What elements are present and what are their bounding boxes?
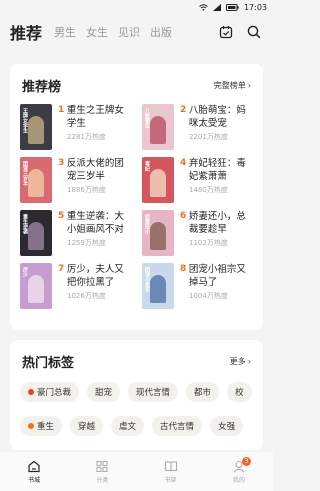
calendar-icon[interactable]: [217, 23, 235, 41]
ranking-item[interactable]: 王牌女学生 1 重生之王牌女学生 2281万热度: [20, 104, 135, 156]
ranking-item[interactable]: 重生逆袭 5 重生逆袭：大小姐画风不对 1259万热度: [20, 210, 135, 262]
ranking-item[interactable]: 厉少 7 厉少，夫人又把你拉黑了 1026万热度: [20, 263, 135, 315]
book-title: 团宠小祖宗又掉马了: [188, 264, 246, 288]
book-heat: 2281万热度: [67, 133, 106, 141]
book-title: 重生逆袭：大小姐画风不对: [66, 211, 124, 235]
wifi-icon: [199, 3, 208, 11]
book-title: 弃妃轻狂：毒妃紫萧萧: [188, 158, 246, 182]
book-cover-figure: [150, 169, 166, 197]
category-icon: [96, 460, 108, 472]
tag-chip[interactable]: 穿越: [70, 416, 104, 436]
nav-category[interactable]: 分类: [82, 460, 122, 484]
rank-number: 8: [180, 264, 187, 274]
tag-chip[interactable]: 古代言情: [152, 416, 203, 436]
tab-recommend[interactable]: 推荐: [10, 20, 42, 44]
tag-chip[interactable]: 女强: [210, 416, 244, 436]
tag-chip[interactable]: 虐文: [111, 416, 145, 436]
rank-number: 6: [180, 211, 187, 221]
search-icon[interactable]: [245, 23, 263, 41]
book-cover: 团宠小祖宗: [142, 263, 174, 309]
book-heat: 1102万热度: [189, 239, 228, 247]
book-title: 反派大佬的团宠三岁半: [66, 158, 124, 182]
ranking-item[interactable]: 团宠小祖宗 8 团宠小祖宗又掉马了 1004万热度: [142, 263, 257, 315]
tag-chip[interactable]: 甜宠: [87, 382, 121, 402]
hot-dot-icon: [28, 423, 34, 429]
tag-chip[interactable]: 豪门总裁: [20, 382, 80, 402]
bottom-nav: 书城 分类 书架 3 我的: [0, 452, 273, 491]
book-cover: 娇妻还小: [142, 210, 174, 256]
book-cover-figure: [28, 222, 44, 250]
rank-number: 2: [180, 105, 187, 115]
book-heat: 1004万热度: [189, 292, 228, 300]
rank-number: 4: [180, 158, 187, 168]
chevron-right-icon: ›: [247, 357, 251, 366]
book-heat: 1480万热度: [189, 186, 228, 194]
book-heat: 1886万热度: [67, 186, 106, 194]
ranking-item[interactable]: 团宠三岁半 3 反派大佬的团宠三岁半 1886万热度: [20, 157, 135, 209]
ranking-title: 推荐榜: [22, 80, 62, 95]
full-list-link[interactable]: 完整榜单 ›: [214, 80, 251, 91]
notification-badge: 3: [241, 456, 251, 466]
book-cover-figure: [28, 116, 44, 144]
book-cover: 八胎萌宝: [142, 104, 174, 150]
book-heat: 1026万热度: [67, 292, 106, 300]
tab-female[interactable]: 女生: [86, 24, 108, 40]
nav-bookstore[interactable]: 书城: [14, 460, 54, 484]
book-cover-title: 毒妃: [144, 161, 150, 171]
battery-icon: [225, 3, 239, 11]
top-nav: 推荐 男生 女生 见识 出版: [0, 14, 273, 50]
tab-insight[interactable]: 见识: [118, 24, 140, 40]
ranking-item[interactable]: 八胎萌宝 2 八胎萌宝：妈咪太受宠 2201万热度: [142, 104, 257, 156]
book-title: 娇妻还小，总裁要趁早: [188, 211, 246, 235]
status-time: 17:03: [243, 2, 267, 12]
tag-chip[interactable]: 重生: [20, 416, 63, 436]
tag-row: 重生 穿越 虐文 古代言情 女强: [20, 416, 244, 436]
rank-number: 3: [58, 158, 65, 168]
book-heat: 1259万热度: [67, 239, 106, 247]
book-title: 八胎萌宝：妈咪太受宠: [188, 105, 246, 129]
chevron-right-icon: ›: [247, 81, 251, 90]
book-cover: 王牌女学生: [20, 104, 52, 150]
tag-chip[interactable]: 现代言情: [128, 382, 179, 402]
ranking-card: 推荐榜 完整榜单 › 王牌女学生 1 重生之王牌女学生 2281万热度 八胎萌宝 2 八胎萌…: [10, 64, 263, 330]
book-cover-figure: [150, 222, 166, 250]
ranking-item[interactable]: 娇妻还小 6 娇妻还小，总裁要趁早 1102万热度: [142, 210, 257, 262]
home-icon: [28, 460, 40, 472]
bookshelf-icon: [164, 461, 177, 472]
book-title: 厉少，夫人又把你拉黑了: [66, 264, 124, 288]
signal-icon: [212, 3, 221, 11]
book-cover-figure: [150, 116, 166, 144]
nav-bookshelf[interactable]: 书架: [151, 460, 191, 484]
tag-chip[interactable]: 都市: [186, 382, 220, 402]
nav-profile[interactable]: 3 我的: [219, 456, 259, 484]
rank-number: 7: [58, 264, 65, 274]
tags-title: 热门标签: [22, 356, 75, 371]
tag-row: 豪门总裁 甜宠 现代言情 都市校: [20, 382, 252, 402]
tab-male[interactable]: 男生: [54, 24, 76, 40]
tab-publish[interactable]: 出版: [150, 24, 172, 40]
more-tags-link[interactable]: 更多 ›: [230, 356, 251, 367]
book-cover-title: 厉少: [22, 267, 28, 277]
tag-chip[interactable]: 校: [227, 382, 252, 402]
book-cover: 毒妃: [142, 157, 174, 203]
book-heat: 2201万热度: [189, 133, 228, 141]
hot-dot-icon: [28, 389, 34, 395]
rank-number: 5: [58, 211, 65, 221]
book-cover: 重生逆袭: [20, 210, 52, 256]
book-cover-figure: [28, 275, 44, 303]
ranking-item[interactable]: 毒妃 4 弃妃轻狂：毒妃紫萧萧 1480万热度: [142, 157, 257, 209]
book-title: 重生之王牌女学生: [66, 105, 124, 129]
status-bar: 17:03: [0, 0, 273, 14]
book-cover: 厉少: [20, 263, 52, 309]
book-cover: 团宠三岁半: [20, 157, 52, 203]
book-cover-figure: [28, 169, 44, 197]
book-cover-figure: [150, 275, 166, 303]
tags-card: 热门标签 更多 › 豪门总裁 甜宠 现代言情 都市校 重生 穿越 虐文 古代言情 女强: [10, 340, 263, 450]
rank-number: 1: [58, 105, 65, 115]
